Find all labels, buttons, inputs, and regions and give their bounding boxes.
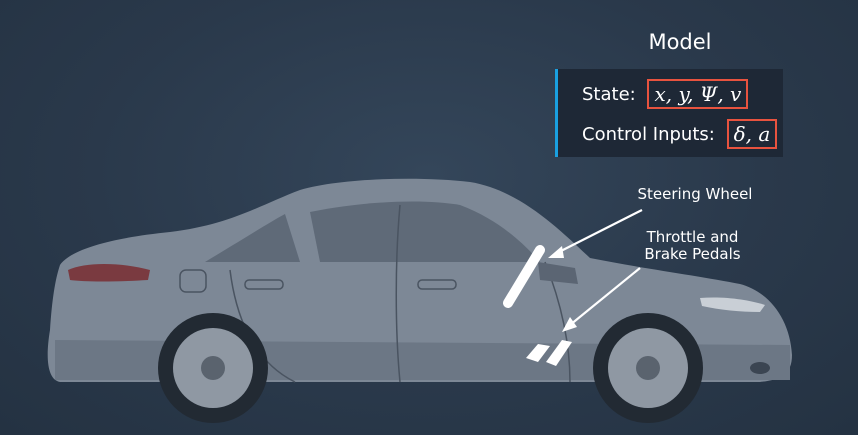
control-variables: δ, a — [726, 119, 778, 149]
car-fog-light — [750, 362, 770, 374]
pedals-label: Throttle and Brake Pedals — [625, 229, 760, 263]
front-wheel-hub — [636, 356, 660, 380]
control-row: Control Inputs: δ, a — [582, 119, 778, 149]
pedals-label-line1: Throttle and — [646, 228, 739, 246]
state-label: State: — [582, 83, 636, 105]
car-illustration — [47, 178, 792, 423]
state-row: State: x, y, Ψ, v — [582, 79, 749, 109]
state-variables: x, y, Ψ, v — [647, 79, 749, 109]
pedals-label-line2: Brake Pedals — [644, 245, 741, 263]
rear-wheel-hub — [201, 356, 225, 380]
control-label: Control Inputs: — [582, 123, 715, 145]
model-title: Model — [648, 30, 712, 54]
diagram-canvas: Model State: x, y, Ψ, v Control Inputs: … — [0, 0, 858, 435]
steering-wheel-label: Steering Wheel — [637, 185, 753, 203]
model-panel: State: x, y, Ψ, v Control Inputs: δ, a — [555, 69, 783, 157]
